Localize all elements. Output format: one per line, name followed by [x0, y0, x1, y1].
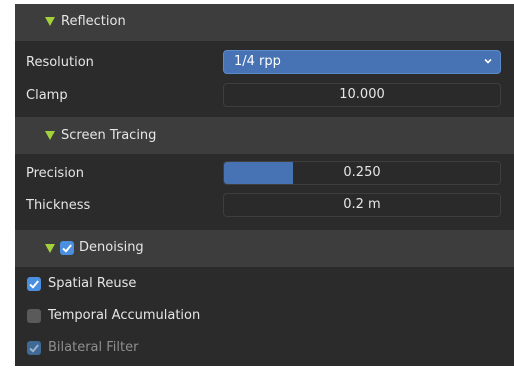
- bilateral-filter-label[interactable]: Bilateral Filter: [48, 340, 138, 355]
- collapse-triangle-icon[interactable]: [45, 17, 55, 26]
- screen-tracing-header[interactable]: Screen Tracing: [15, 117, 514, 154]
- reflection-title: Reflection: [61, 14, 126, 29]
- checkmark-icon: [29, 280, 39, 289]
- clamp-value: 10.000: [339, 87, 385, 102]
- checkmark-icon: [29, 344, 39, 353]
- eevee-render-properties-panel: Reflection Resolution 1/4 rpp Clamp 10.0…: [15, 4, 514, 366]
- precision-value: 0.250: [343, 165, 381, 180]
- denoising-header[interactable]: Denoising: [15, 230, 514, 267]
- collapse-triangle-icon[interactable]: [45, 244, 55, 253]
- resolution-dropdown[interactable]: 1/4 rpp: [223, 50, 501, 74]
- thickness-field[interactable]: 0.2 m: [223, 193, 501, 217]
- resolution-value: 1/4 rpp: [234, 54, 281, 69]
- resolution-label: Resolution: [26, 55, 94, 70]
- checkmark-icon: [62, 244, 72, 253]
- reflection-header[interactable]: Reflection: [15, 4, 514, 41]
- spatial-reuse-label[interactable]: Spatial Reuse: [48, 276, 136, 291]
- denoising-checkbox[interactable]: [60, 241, 74, 255]
- denoising-title: Denoising: [79, 240, 144, 255]
- collapse-triangle-icon[interactable]: [45, 131, 55, 140]
- clamp-field[interactable]: 10.000: [223, 83, 501, 107]
- temporal-accumulation-label[interactable]: Temporal Accumulation: [48, 308, 200, 323]
- spatial-reuse-checkbox[interactable]: [27, 277, 41, 291]
- thickness-value: 0.2 m: [343, 197, 381, 212]
- bilateral-filter-checkbox[interactable]: [27, 341, 41, 355]
- screen-tracing-title: Screen Tracing: [61, 128, 157, 143]
- clamp-label: Clamp: [26, 88, 68, 103]
- chevron-down-icon: [484, 58, 492, 64]
- precision-slider[interactable]: 0.250: [223, 161, 501, 185]
- precision-label: Precision: [26, 166, 85, 181]
- temporal-accumulation-checkbox[interactable]: [27, 309, 41, 323]
- thickness-label: Thickness: [26, 198, 91, 213]
